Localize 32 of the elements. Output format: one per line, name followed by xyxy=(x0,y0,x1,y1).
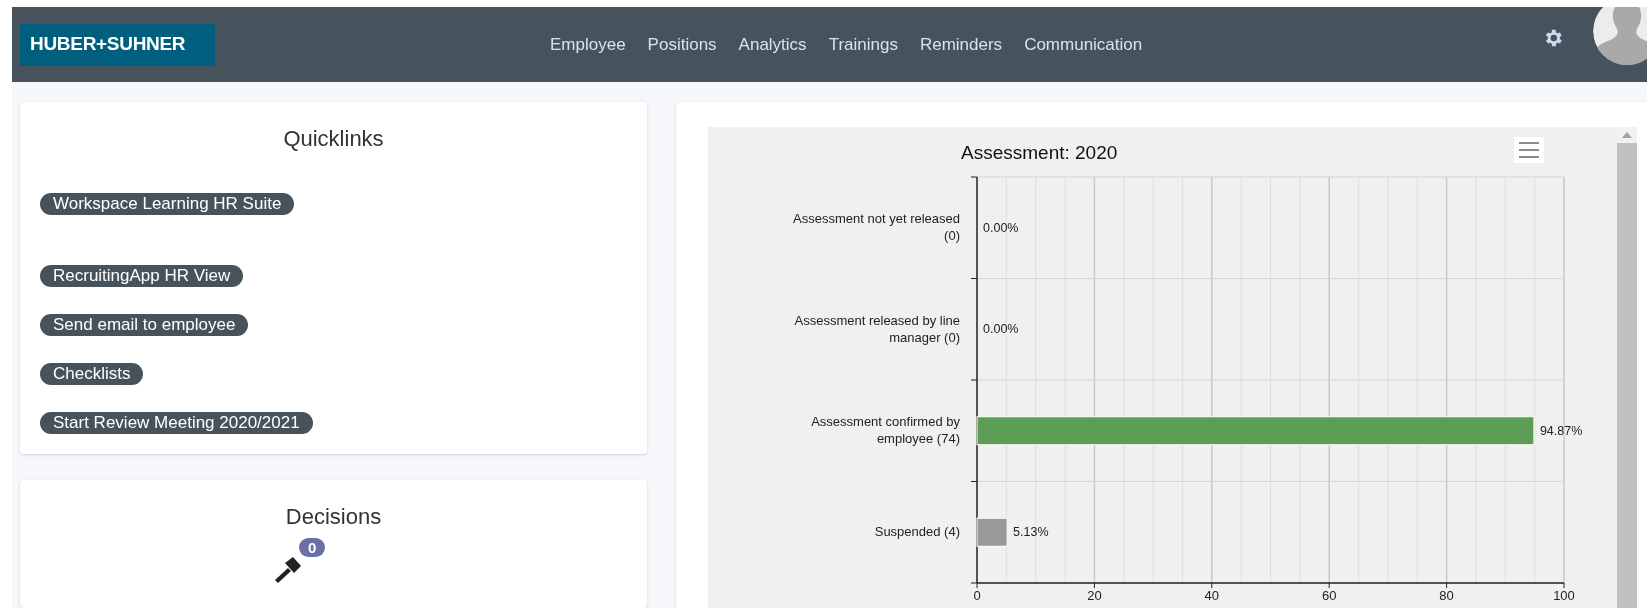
nav-link-item[interactable]: Employee xyxy=(550,31,626,58)
tick-label: 100 xyxy=(1553,588,1575,603)
tick-label: 80 xyxy=(1439,588,1454,603)
quicklink[interactable]: Checklists xyxy=(40,363,144,385)
quicklink[interactable]: Start Review Meeting 2020/2021 xyxy=(40,412,313,434)
quicklink[interactable]: RecruitingApp HR View xyxy=(40,265,244,287)
value-label: 0.00% xyxy=(983,322,1019,337)
nav-link-item[interactable]: Trainings xyxy=(828,31,898,58)
logo[interactable]: HUBER+SUHNER xyxy=(20,23,215,66)
tick-label: 40 xyxy=(1204,588,1220,603)
card-title: Quicklinks xyxy=(282,125,385,153)
category-label: Assessment confirmed by employee (74) xyxy=(811,414,960,447)
value-label: 0.00% xyxy=(983,220,1019,235)
menu-icon[interactable] xyxy=(1514,137,1544,163)
nav-link-item[interactable]: Reminders xyxy=(919,31,1003,58)
nav-link-item[interactable]: Positions xyxy=(647,31,717,58)
count-badge: 0 xyxy=(299,538,326,557)
nav-link-item[interactable]: Analytics xyxy=(738,31,807,58)
quicklink[interactable]: Workspace Learning HR Suite xyxy=(40,193,295,215)
quicklink[interactable]: Send email to employee xyxy=(40,314,249,336)
category-label: Suspended (4) xyxy=(874,524,960,540)
card-title: Decisions xyxy=(284,503,383,531)
bar xyxy=(976,517,1008,547)
category-label: Assessment not yet released (0) xyxy=(793,211,960,244)
tick-label: 20 xyxy=(1087,588,1102,603)
tick-label: 0 xyxy=(973,588,981,603)
chart-title: Assessment: 2020 xyxy=(961,142,1118,163)
category-label: Assessment released by line manager (0) xyxy=(794,312,960,345)
nav-link-item[interactable]: Communication xyxy=(1024,31,1143,58)
value-label: 94.87% xyxy=(1539,423,1583,438)
tick-label: 60 xyxy=(1321,588,1337,603)
value-label: 5.13% xyxy=(1013,525,1049,540)
